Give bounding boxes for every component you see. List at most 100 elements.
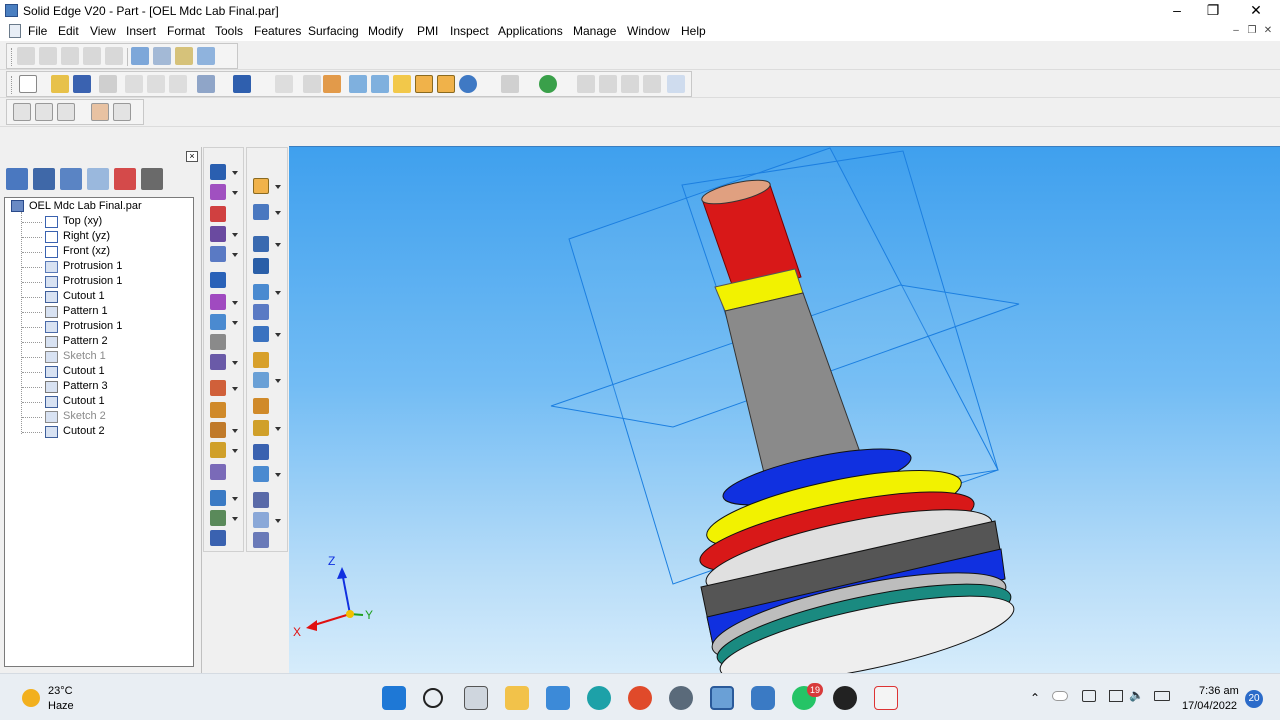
- render-icon[interactable]: [323, 75, 341, 93]
- part-b-icon[interactable]: [35, 103, 53, 121]
- volume-icon[interactable]: 🔈: [1129, 688, 1144, 702]
- menu-surfacing[interactable]: Surfacing: [308, 24, 359, 38]
- undo-icon[interactable]: [197, 75, 215, 93]
- feature-tool-icon[interactable]: [253, 512, 269, 528]
- weather-temperature[interactable]: 23°C: [48, 685, 73, 697]
- dropdown-arrow-icon[interactable]: [232, 449, 238, 453]
- app-icon[interactable]: [751, 686, 775, 710]
- wireframe-icon[interactable]: [393, 75, 411, 93]
- feature-tool-icon[interactable]: [210, 464, 226, 480]
- settings-gear-icon[interactable]: [669, 686, 693, 710]
- feature-tool-icon[interactable]: [253, 398, 269, 414]
- feature-tool-icon[interactable]: [253, 492, 269, 508]
- graphics-viewport[interactable]: Z Y X: [289, 146, 1280, 673]
- dropdown-arrow-icon[interactable]: [275, 333, 281, 337]
- feature-tool-icon[interactable]: [210, 442, 226, 458]
- zoom-icon[interactable]: [599, 75, 617, 93]
- menu-file[interactable]: File: [28, 24, 47, 38]
- tool-e-icon[interactable]: [105, 47, 123, 65]
- menu-modify[interactable]: Modify: [368, 24, 403, 38]
- feature-tool-icon[interactable]: [253, 258, 269, 274]
- menu-inspect[interactable]: Inspect: [450, 24, 489, 38]
- menu-format[interactable]: Format: [167, 24, 205, 38]
- toolbar-grip[interactable]: [11, 48, 14, 66]
- feature-tool-icon[interactable]: [210, 422, 226, 438]
- tool-d-icon[interactable]: [83, 47, 101, 65]
- part-c-icon[interactable]: [57, 103, 75, 121]
- feature-tool-icon[interactable]: [210, 314, 226, 330]
- properties-icon[interactable]: [197, 47, 215, 65]
- battery-saver-icon[interactable]: [1082, 690, 1096, 702]
- dropdown-arrow-icon[interactable]: [232, 429, 238, 433]
- chrome-icon[interactable]: [628, 686, 652, 710]
- task-view-icon[interactable]: [464, 686, 488, 710]
- feature-tool-icon[interactable]: [253, 236, 269, 252]
- obs-icon[interactable]: [833, 686, 857, 710]
- toolbar-grip[interactable]: [11, 76, 14, 94]
- feature-tool-icon[interactable]: [210, 226, 226, 242]
- chevron-up-icon[interactable]: ⌃: [1030, 691, 1040, 705]
- dropdown-arrow-icon[interactable]: [275, 379, 281, 383]
- display-icon[interactable]: [501, 75, 519, 93]
- feature-tool-icon[interactable]: [210, 380, 226, 396]
- feature-tool-icon[interactable]: [253, 466, 269, 482]
- maximize-button[interactable]: ❐: [1190, 1, 1236, 21]
- start-button-icon[interactable]: [382, 686, 406, 710]
- redo-icon[interactable]: [233, 75, 251, 93]
- menu-applications[interactable]: Applications: [498, 24, 563, 38]
- relationship-icon[interactable]: [131, 47, 149, 65]
- menu-features[interactable]: Features: [254, 24, 301, 38]
- feature-tool-icon[interactable]: [253, 420, 269, 436]
- library-tab-icon[interactable]: [60, 168, 82, 190]
- menu-manage[interactable]: Manage: [573, 24, 616, 38]
- save-icon[interactable]: [73, 75, 91, 93]
- zoom-area-icon[interactable]: [577, 75, 595, 93]
- part-e-icon[interactable]: [113, 103, 131, 121]
- edge-browser-icon[interactable]: [587, 686, 611, 710]
- sphere-icon[interactable]: [459, 75, 477, 93]
- dropdown-arrow-icon[interactable]: [232, 497, 238, 501]
- clock-time[interactable]: 7:36 am: [1199, 685, 1239, 697]
- tool-c-icon[interactable]: [61, 47, 79, 65]
- snipping-tool-icon[interactable]: [874, 686, 898, 710]
- dropdown-arrow-icon[interactable]: [275, 185, 281, 189]
- pathfinder-close-button[interactable]: ×: [186, 151, 198, 162]
- solid-edge-taskbar-icon[interactable]: [710, 686, 734, 710]
- features-library-tab-icon[interactable]: [141, 168, 163, 190]
- feature-pathfinder-tab-icon[interactable]: [6, 168, 28, 190]
- menu-view[interactable]: View: [90, 24, 116, 38]
- mdi-minimize-button[interactable]: –: [1230, 25, 1242, 37]
- open-folder-icon[interactable]: [51, 75, 69, 93]
- dropdown-arrow-icon[interactable]: [232, 301, 238, 305]
- display-settings-icon[interactable]: [1109, 690, 1123, 702]
- view-iso-icon[interactable]: [349, 75, 367, 93]
- search-icon[interactable]: [423, 688, 443, 708]
- weather-description[interactable]: Haze: [48, 700, 74, 712]
- new-file-icon[interactable]: [19, 75, 37, 93]
- tool-b-icon[interactable]: [39, 47, 57, 65]
- select-tool-icon[interactable]: [253, 178, 269, 194]
- menu-help[interactable]: Help: [681, 24, 706, 38]
- document-icon[interactable]: [9, 24, 21, 38]
- feature-tool-icon[interactable]: [210, 354, 226, 370]
- fit-icon[interactable]: [303, 75, 321, 93]
- mdi-restore-button[interactable]: ❐: [1246, 25, 1258, 37]
- menu-tools[interactable]: Tools: [215, 24, 243, 38]
- clock-date[interactable]: 17/04/2022: [1182, 700, 1237, 712]
- dropdown-arrow-icon[interactable]: [275, 291, 281, 295]
- feature-tool-icon[interactable]: [253, 304, 269, 320]
- sensors-tab-icon[interactable]: [114, 168, 136, 190]
- dropdown-arrow-icon[interactable]: [275, 519, 281, 523]
- weather-sun-icon[interactable]: [22, 689, 40, 707]
- feature-tool-icon[interactable]: [253, 284, 269, 300]
- pan-icon[interactable]: [643, 75, 661, 93]
- feature-tool-icon[interactable]: [210, 164, 226, 180]
- feature-tool-icon[interactable]: [210, 184, 226, 200]
- part-3d-view[interactable]: Z Y X: [289, 147, 1280, 673]
- dropdown-arrow-icon[interactable]: [232, 253, 238, 257]
- dropdown-arrow-icon[interactable]: [232, 361, 238, 365]
- menu-insert[interactable]: Insert: [126, 24, 156, 38]
- refresh-icon[interactable]: [539, 75, 557, 93]
- fit-view-icon[interactable]: [621, 75, 639, 93]
- solid-edge-app-icon[interactable]: [5, 4, 18, 17]
